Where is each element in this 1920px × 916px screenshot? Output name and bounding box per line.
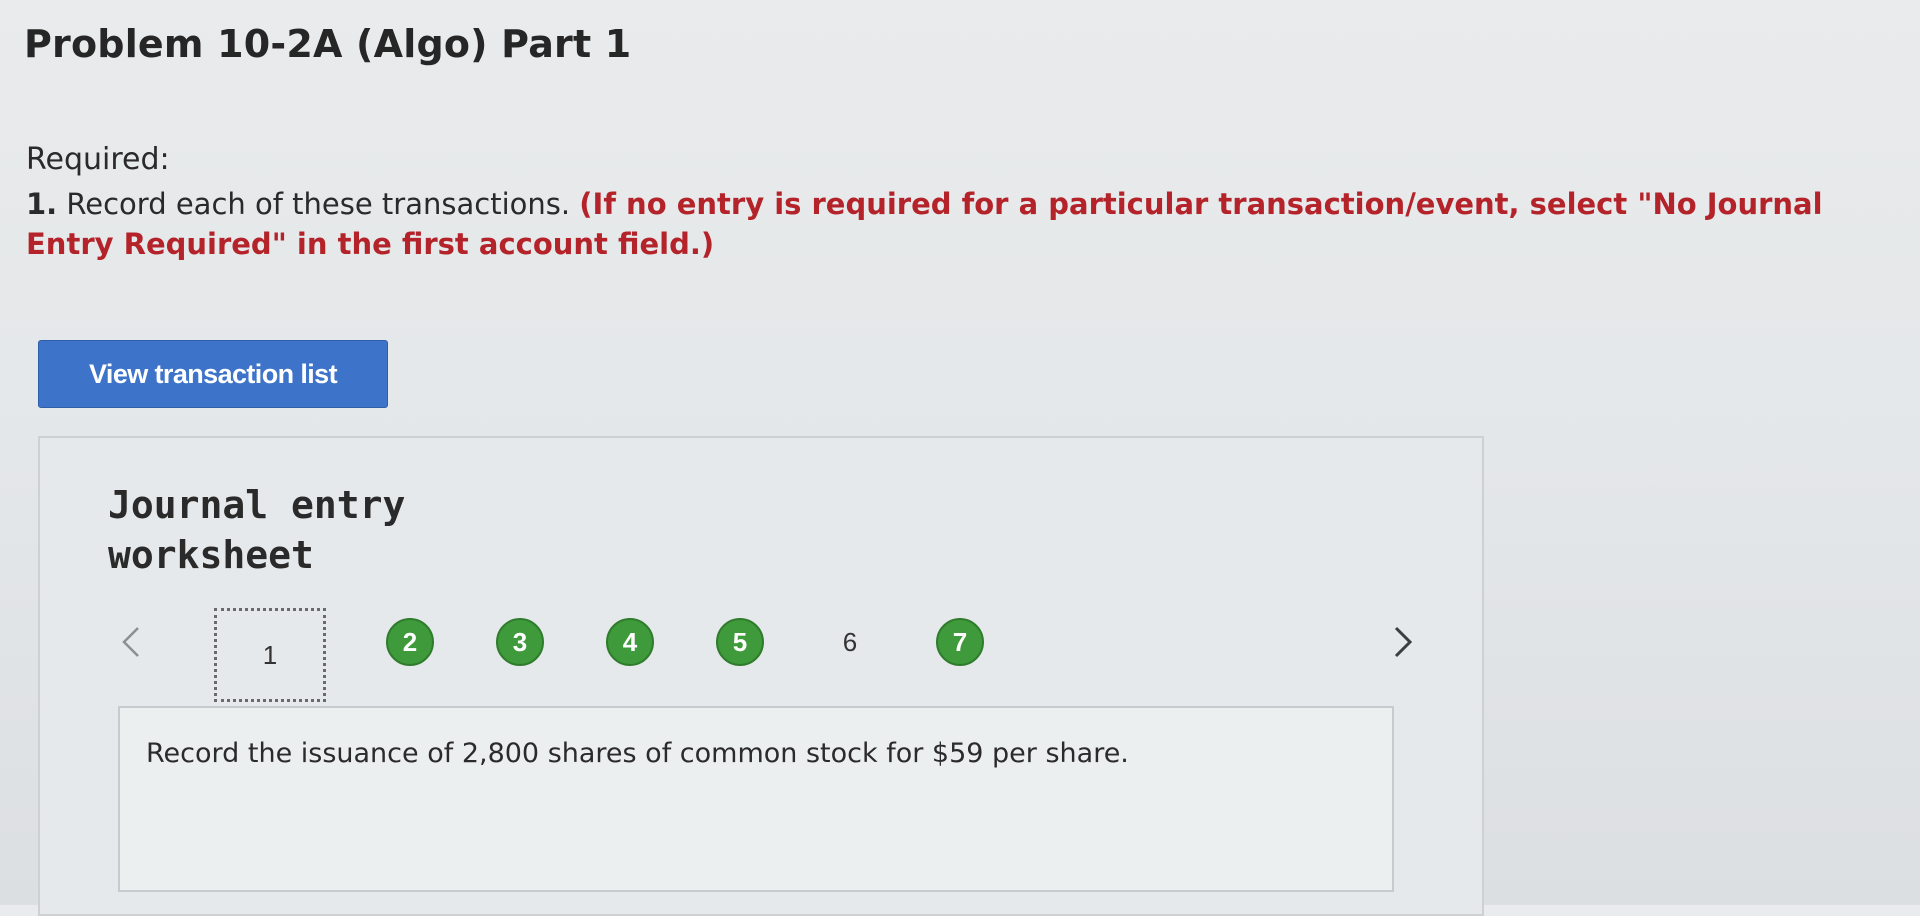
instruction-text: 1. Record each of these transactions. (I… bbox=[26, 184, 1886, 264]
required-heading: Required: bbox=[26, 142, 170, 177]
step-4-completed[interactable]: 4 bbox=[606, 618, 654, 666]
step-2-completed[interactable]: 2 bbox=[386, 618, 434, 666]
chevron-left-icon[interactable] bbox=[112, 622, 152, 662]
journal-entry-worksheet-panel: Journal entry worksheet 1 2 3 4 5 6 7 Re… bbox=[38, 436, 1484, 916]
step-1-current[interactable]: 1 bbox=[214, 608, 326, 702]
instruction-number: 1. bbox=[26, 187, 58, 221]
step-7-completed[interactable]: 7 bbox=[936, 618, 984, 666]
chevron-right-icon[interactable] bbox=[1382, 622, 1422, 662]
step-3-completed[interactable]: 3 bbox=[496, 618, 544, 666]
step-6-incomplete[interactable]: 6 bbox=[826, 618, 874, 666]
worksheet-title: Journal entry worksheet bbox=[108, 483, 406, 577]
transaction-description: Record the issuance of 2,800 shares of c… bbox=[146, 738, 1129, 769]
step-5-completed[interactable]: 5 bbox=[716, 618, 764, 666]
instruction-body: Record each of these transactions. bbox=[57, 187, 580, 221]
page-title: Problem 10-2A (Algo) Part 1 bbox=[24, 22, 632, 66]
view-transaction-list-button[interactable]: View transaction list bbox=[38, 340, 388, 408]
transaction-description-box: Record the issuance of 2,800 shares of c… bbox=[118, 706, 1394, 892]
